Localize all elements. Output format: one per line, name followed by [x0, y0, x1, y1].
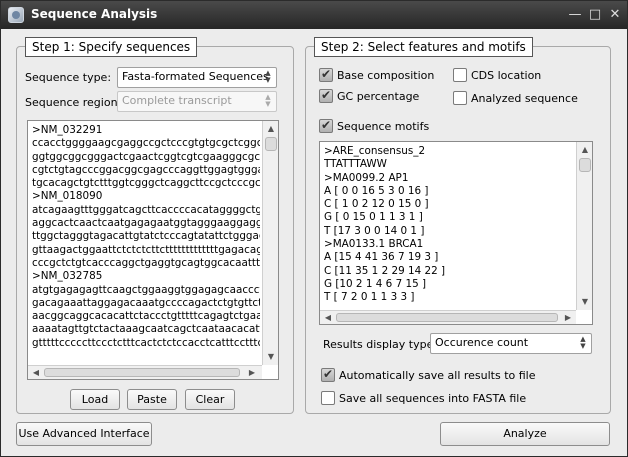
scroll-thumb[interactable]	[579, 158, 591, 172]
sequence-region-value: Complete transcript	[122, 94, 232, 107]
text-line: A [ 0 0 16 5 3 0 16 ]	[324, 184, 429, 197]
text-line: atcagaagtttgggatcagcttcaccccacataggggctg…	[32, 203, 260, 216]
results-display-value: Occurence count	[435, 336, 529, 349]
load-button[interactable]: Load	[70, 389, 120, 410]
paste-button[interactable]: Paste	[127, 389, 177, 410]
text-line: atgtgagagagttcaagctggaaggtggagagcaaccctc…	[32, 283, 260, 296]
text-line: aaaatagttgtctactaaagcaatcagctcaataacacat…	[32, 323, 260, 336]
motif-textbox[interactable]: >ARE_consensus_2 TTATTTAWW >MA0099.2 AP1 A …	[319, 141, 593, 325]
text-line: gtttttcccccttccctctttcactctctccacctcattt…	[32, 336, 260, 349]
scroll-up-icon[interactable]: ▲	[265, 123, 277, 135]
sequence-horizontal-scrollbar[interactable]: ◀ ▶	[28, 365, 262, 379]
sequence-textbox[interactable]: >NM_032291 ccacctggggaagcgaggccgctcccgtgt…	[27, 120, 279, 380]
text-line: C [ 1 0 2 12 0 15 0 ]	[324, 198, 429, 211]
text-line: G [10 2 1 4 6 7 15 ]	[324, 277, 427, 290]
text-line: ccacctggggaagcgaggccgctcccgtgtgcgctcggcg…	[32, 137, 260, 150]
sequence-region-select[interactable]: Complete transcript ▲ ▼	[117, 91, 277, 112]
text-line: cccgctctgtcacccaggctgaggtgcagtggcacaattt…	[32, 256, 260, 269]
text-line: aggcactcaactcaatgagagaatggtagggaaggaggga	[32, 217, 260, 230]
select-arrows-icon: ▲ ▼	[265, 69, 271, 84]
text-line: TTATTTAWW	[324, 158, 387, 171]
step1-title: Step 1: Specify sequences	[25, 37, 198, 57]
gc-percentage-checkbox[interactable]	[319, 88, 333, 103]
sequence-analysis-window: Sequence Analysis — □ ✕ Step 1: Specify …	[0, 0, 628, 457]
text-line: gttaagactggaattctctctcttctttttttttttttga…	[32, 243, 260, 256]
gc-percentage-label: GC percentage	[337, 90, 420, 103]
text-line: >MA0133.1 BRCA1	[324, 238, 424, 251]
text-line: gacagaaattaggagacaaatgccccagactctgtgttct…	[32, 296, 260, 309]
motif-horizontal-scrollbar[interactable]: ◀ ▶	[320, 310, 576, 324]
text-line: >NM_032785	[32, 270, 103, 283]
scroll-right-icon[interactable]: ▶	[562, 312, 574, 324]
close-button[interactable]: ✕	[606, 6, 624, 24]
text-line: ttggctagggtagacattgtatctcccagtatattctggg…	[32, 230, 260, 243]
text-line: tgcacagctgtctttggtcgggctcaggcttccgctcccg…	[32, 177, 260, 190]
motif-vertical-scrollbar[interactable]: ▲ ▼	[576, 142, 592, 310]
cds-location-label: CDS location	[471, 69, 542, 82]
text-line: cgtctgtagcccggacggcgagcccaggttggagtgggag…	[32, 163, 260, 176]
text-line: ggtggcggcgggactcgaactcggtcgtcgaagggcgccc…	[32, 150, 260, 163]
step2-title: Step 2: Select features and motifs	[314, 37, 533, 57]
select-arrows-icon: ▲ ▼	[580, 335, 586, 350]
scroll-thumb[interactable]	[44, 368, 240, 377]
results-display-select[interactable]: Occurence count ▲ ▼	[430, 333, 592, 354]
text-line: >NM_018090	[32, 190, 103, 203]
scroll-thumb[interactable]	[265, 137, 277, 151]
auto-save-checkbox[interactable]	[321, 367, 335, 382]
title-bar: Sequence Analysis — □ ✕	[1, 1, 627, 29]
analyzed-sequence-checkbox[interactable]	[453, 91, 467, 105]
scroll-down-icon[interactable]: ▼	[579, 296, 591, 308]
motif-text: >ARE_consensus_2 TTATTTAWW >MA0099.2 AP1 A …	[324, 145, 574, 305]
sequence-type-value: Fasta-formated Sequences	[122, 70, 269, 83]
text-line: >MA0099.2 AP1	[324, 171, 409, 184]
sequence-text: >NM_032291 ccacctggggaagcgaggccgctcccgtgt…	[32, 124, 260, 350]
text-line: A [15 4 41 36 7 19 3 ]	[324, 251, 439, 264]
sequence-type-select[interactable]: Fasta-formated Sequences ▲ ▼	[117, 67, 277, 88]
text-line: C [11 35 1 2 29 14 22 ]	[324, 264, 446, 277]
text-line: T [ 7 2 0 1 1 3 3 ]	[324, 291, 415, 304]
text-line: T [17 3 0 0 14 0 1 ]	[324, 224, 425, 237]
sequence-vertical-scrollbar[interactable]: ▲ ▼	[262, 121, 278, 365]
save-fasta-label: Save all sequences into FASTA file	[339, 392, 527, 405]
text-line: G [ 0 15 0 1 1 3 1 ]	[324, 211, 423, 224]
scroll-left-icon[interactable]: ◀	[30, 367, 42, 379]
text-line: >NM_032291	[32, 124, 103, 136]
cds-location-checkbox[interactable]	[453, 68, 467, 82]
minimize-button[interactable]: —	[566, 6, 584, 24]
scroll-left-icon[interactable]: ◀	[322, 312, 334, 324]
maximize-button[interactable]: □	[586, 6, 604, 24]
scroll-thumb[interactable]	[336, 313, 558, 322]
window-title: Sequence Analysis	[31, 7, 158, 21]
scroll-up-icon[interactable]: ▲	[579, 144, 591, 156]
use-advanced-interface-button[interactable]: Use Advanced Interface	[16, 422, 152, 446]
sequence-region-label: Sequence region:	[25, 96, 122, 109]
select-arrows-icon: ▲ ▼	[265, 93, 271, 108]
save-fasta-checkbox[interactable]	[321, 391, 335, 405]
analyzed-sequence-label: Analyzed sequence	[471, 92, 578, 105]
text-line: aacggcaggcacacattctaccctgtttttcagagtctga…	[32, 310, 260, 323]
results-display-label: Results display type:	[323, 338, 438, 351]
base-composition-label: Base composition	[337, 69, 435, 82]
app-icon	[8, 7, 24, 23]
analyze-button[interactable]: Analyze	[440, 422, 610, 446]
sequence-motifs-checkbox[interactable]	[319, 118, 333, 133]
clear-button[interactable]: Clear	[185, 389, 235, 410]
sequence-motifs-label: Sequence motifs	[337, 120, 430, 133]
base-composition-checkbox[interactable]	[319, 67, 333, 82]
scroll-right-icon[interactable]: ▶	[246, 367, 258, 379]
scroll-down-icon[interactable]: ▼	[265, 351, 277, 363]
text-line: >ARE_consensus_2	[324, 145, 426, 157]
auto-save-label: Automatically save all results to file	[339, 369, 536, 382]
sequence-type-label: Sequence type:	[25, 71, 112, 84]
